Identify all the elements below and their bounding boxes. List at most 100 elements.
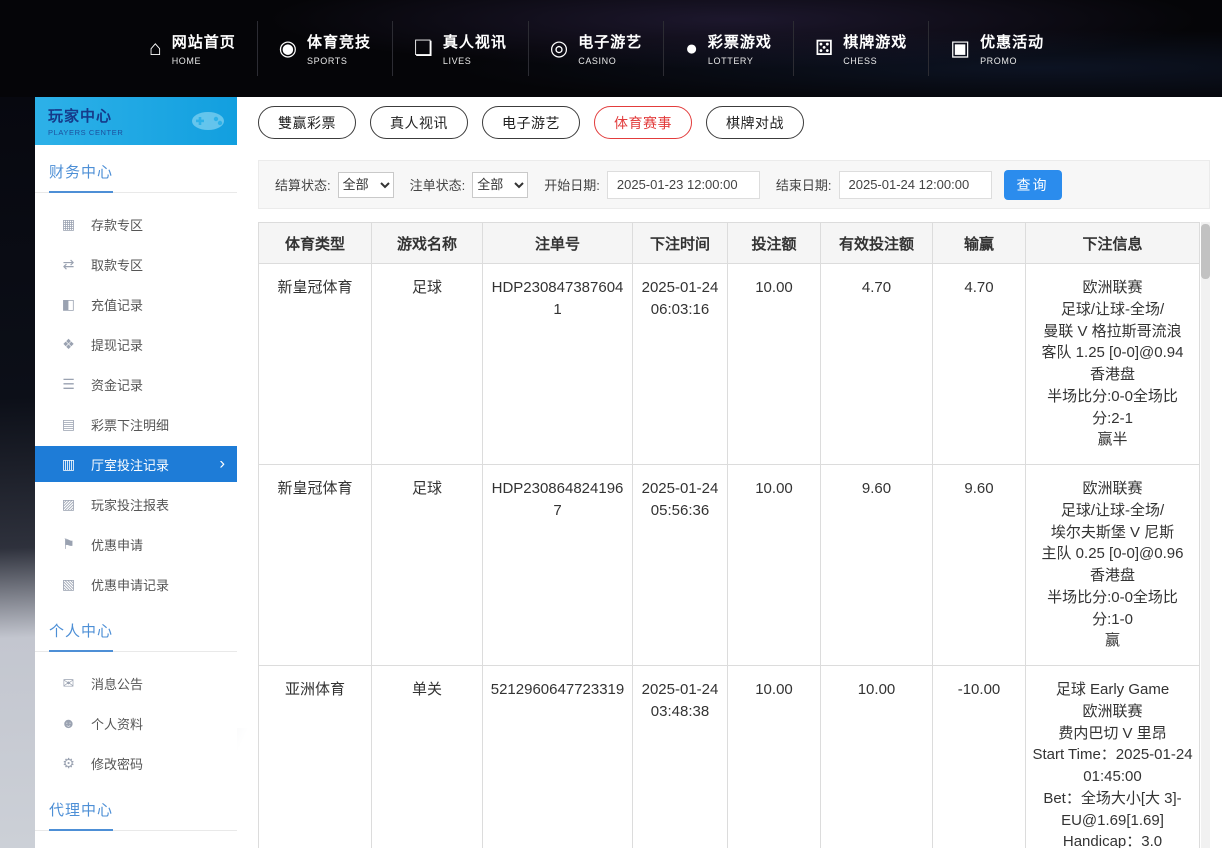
nav-item-home[interactable]: ⌂ 网站首页 HOME xyxy=(128,21,257,76)
lottery-ball-icon: ● xyxy=(685,38,698,59)
nav-label: 网站首页 xyxy=(172,31,236,52)
sidebar-item-messages[interactable]: ✉ 消息公告 xyxy=(35,663,237,703)
sidebar-item-agent-rules[interactable]: ▯ 代理规则说明 xyxy=(35,842,237,848)
chevron-right-icon: › xyxy=(219,454,225,474)
cell-win-loss: -10.00 xyxy=(933,666,1026,848)
cell-sport: 新皇冠体育 xyxy=(259,264,372,465)
category-tabs: 雙赢彩票 真人视讯 电子游艺 体育赛事 棋牌对战 xyxy=(258,106,1210,139)
home-icon: ⌂ xyxy=(149,38,162,59)
table-row: 新皇冠体育 足球 HDP2308648241967 2025-01-24 05:… xyxy=(259,465,1200,666)
withdrawal-record-icon: ❖ xyxy=(60,337,77,351)
sidebar-item-label: 资金记录 xyxy=(91,375,143,394)
cell-win-loss: 9.60 xyxy=(933,465,1026,666)
lottery-bet-detail-icon: ▤ xyxy=(60,417,77,431)
sidebar-item-withdrawal-record[interactable]: ❖ 提现记录 xyxy=(35,324,237,364)
funds-record-icon: ☰ xyxy=(60,377,77,391)
scrollbar-thumb[interactable] xyxy=(1201,224,1210,279)
sidebar-item-lottery-bet-detail[interactable]: ▤ 彩票下注明细 xyxy=(35,404,237,444)
tab-lottery[interactable]: 雙赢彩票 xyxy=(258,106,356,139)
order-status-select[interactable]: 全部 xyxy=(472,172,528,198)
sidebar-item-withdraw[interactable]: ⇄ 取款专区 xyxy=(35,244,237,284)
main-content: 雙赢彩票 真人视讯 电子游艺 体育赛事 棋牌对战 结算状态: 全部 注单状态: … xyxy=(258,97,1210,848)
settle-status-label: 结算状态: xyxy=(275,175,331,194)
end-date-input[interactable] xyxy=(839,171,992,199)
tab-live[interactable]: 真人视讯 xyxy=(370,106,468,139)
nav-item-promo[interactable]: ▣ 优惠活动PROMO xyxy=(928,21,1065,76)
filter-bar: 结算状态: 全部 注单状态: 全部 开始日期: 结束日期: 查询 xyxy=(258,160,1210,209)
sports-icon: ◉ xyxy=(279,38,297,59)
sidebar-item-label: 取款专区 xyxy=(91,255,143,274)
sidebar-item-label: 提现记录 xyxy=(91,335,143,354)
nav-item-lives[interactable]: ❏ 真人视讯LIVES xyxy=(392,21,528,76)
search-button[interactable]: 查询 xyxy=(1004,170,1062,200)
sidebar-item-player-bet-report[interactable]: ▨ 玩家投注报表 xyxy=(35,484,237,524)
message-icon: ✉ xyxy=(60,676,77,690)
cell-amount: 10.00 xyxy=(728,666,821,848)
column-header-bet-time: 下注时间 xyxy=(633,223,728,264)
start-date-label: 开始日期: xyxy=(544,175,600,194)
column-header-amount: 投注额 xyxy=(728,223,821,264)
sidebar-item-label: 优惠申请 xyxy=(91,535,143,554)
sidebar-item-change-password[interactable]: ⚙ 修改密码 xyxy=(35,743,237,783)
nav-sublabel: HOME xyxy=(172,56,236,66)
sidebar-item-label: 消息公告 xyxy=(91,674,143,693)
personal-menu: ✉ 消息公告 ☻ 个人资料 ⚙ 修改密码 xyxy=(35,663,237,783)
cell-valid-amount: 10.00 xyxy=(821,666,933,848)
sidebar-item-profile[interactable]: ☻ 个人资料 xyxy=(35,703,237,743)
sidebar-item-promo-apply[interactable]: ⚑ 优惠申请 xyxy=(35,524,237,564)
cell-sport: 新皇冠体育 xyxy=(259,465,372,666)
player-bet-report-icon: ▨ xyxy=(60,497,77,511)
sidebar-item-hall-bet-record[interactable]: ▥ 厅室投注记录 › xyxy=(35,446,237,482)
sidebar-item-label: 存款专区 xyxy=(91,215,143,234)
sidebar-item-label: 修改密码 xyxy=(91,754,143,773)
table-scrollbar[interactable] xyxy=(1201,222,1210,848)
cell-game: 足球 xyxy=(372,465,483,666)
cell-sport: 亚洲体育 xyxy=(259,666,372,848)
sidebar-item-label: 充值记录 xyxy=(91,295,143,314)
nav-item-sports[interactable]: ◉ 体育竞技SPORTS xyxy=(257,21,392,76)
tab-chess[interactable]: 棋牌对战 xyxy=(706,106,804,139)
nav-sublabel: LOTTERY xyxy=(708,56,772,66)
start-date-input[interactable] xyxy=(607,171,760,199)
cell-bet-time: 2025-01-24 06:03:16 xyxy=(633,264,728,465)
nav-label: 体育竞技 xyxy=(307,31,371,52)
sidebar-item-funds-record[interactable]: ☰ 资金记录 xyxy=(35,364,237,404)
sidebar-subtitle: PLAYERS CENTER xyxy=(48,128,123,137)
live-cards-icon: ❏ xyxy=(414,38,433,59)
column-header-valid-amount: 有效投注额 xyxy=(821,223,933,264)
bet-records-table: 体育类型 游戏名称 注单号 下注时间 投注额 有效投注额 输赢 下注信息 新皇冠… xyxy=(258,222,1200,848)
sidebar-item-promo-apply-record[interactable]: ▧ 优惠申请记录 xyxy=(35,564,237,604)
gamepad-icon xyxy=(189,109,227,133)
nav-item-casino[interactable]: ◎ 电子游艺CASINO xyxy=(528,21,663,76)
chess-dice-icon: ⚄ xyxy=(815,38,833,59)
nav-menu: ⌂ 网站首页 HOME ◉ 体育竞技SPORTS ❏ 真人视讯LIVES ◎ 电子… xyxy=(128,21,1065,76)
sidebar-item-label: 个人资料 xyxy=(91,714,143,733)
cell-bet-no: HDP2308648241967 xyxy=(483,465,633,666)
cell-valid-amount: 9.60 xyxy=(821,465,933,666)
nav-sublabel: CASINO xyxy=(578,56,642,66)
cell-bet-time: 2025-01-24 03:48:38 xyxy=(633,666,728,848)
cell-bet-time: 2025-01-24 05:56:36 xyxy=(633,465,728,666)
nav-sublabel: LIVES xyxy=(443,56,507,66)
cell-game: 足球 xyxy=(372,264,483,465)
page: ⌂ 网站首页HOME ◉ 体育竞技SPORTS ❏ 真人视讯LIVES ◎ 电子… xyxy=(0,0,1222,848)
promo-apply-record-icon: ▧ xyxy=(60,577,77,591)
end-date-label: 结束日期: xyxy=(776,175,832,194)
sidebar-item-label: 优惠申请记录 xyxy=(91,575,169,594)
sidebar-item-recharge-record[interactable]: ◧ 充值记录 xyxy=(35,284,237,324)
table-row: 亚洲体育 单关 5212960647723319 2025-01-24 03:4… xyxy=(259,666,1200,848)
sidebar-item-deposit[interactable]: ▦ 存款专区 xyxy=(35,204,237,244)
nav-item-chess[interactable]: ⚄ 棋牌游戏CHESS xyxy=(793,21,928,76)
nav-item-lottery[interactable]: ● 彩票游戏LOTTERY xyxy=(663,21,793,76)
section-title-finance: 财务中心 xyxy=(35,161,237,193)
sidebar-header: 玩家中心 PLAYERS CENTER xyxy=(35,97,237,145)
deposit-icon: ▦ xyxy=(60,217,77,231)
casino-chip-icon: ◎ xyxy=(550,38,568,59)
tab-casino[interactable]: 电子游艺 xyxy=(482,106,580,139)
cell-bet-no: 5212960647723319 xyxy=(483,666,633,848)
sidebar-item-label: 厅室投注记录 xyxy=(91,455,169,474)
settle-status-select[interactable]: 全部 xyxy=(338,172,394,198)
table-header-row: 体育类型 游戏名称 注单号 下注时间 投注额 有效投注额 输赢 下注信息 xyxy=(259,223,1200,264)
promo-apply-icon: ⚑ xyxy=(60,537,77,551)
tab-sports[interactable]: 体育赛事 xyxy=(594,106,692,139)
